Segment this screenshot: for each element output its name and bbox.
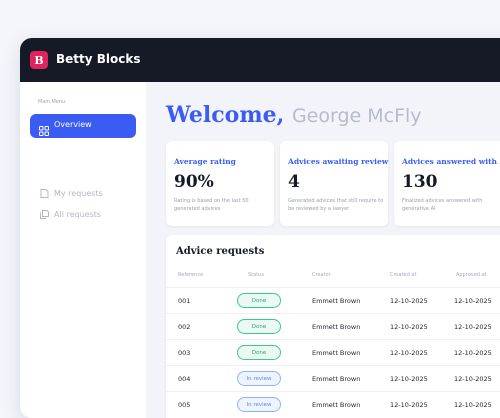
table-row[interactable]: 003 Done Emmett Brown 12-10-2025 12-10-2… (166, 339, 500, 366)
reference-cell: 001 (178, 297, 191, 305)
creator-cell: Emmett Brown (312, 375, 361, 383)
table-title: Advice requests (176, 246, 265, 257)
stat-card-answered-ai: Advices answered with AI 130 Finalized a… (394, 141, 500, 226)
column-header-status[interactable]: Status (248, 272, 264, 278)
greeting: Welcome, (166, 102, 285, 128)
status-badge: Done (237, 345, 281, 360)
table-row[interactable]: 004 In review Emmett Brown 12-10-2025 12… (166, 365, 500, 392)
table-row[interactable]: 002 Done Emmett Brown 12-10-2025 12-10-2… (166, 313, 500, 340)
user-name: George McFly (291, 105, 422, 127)
creator-cell: Emmett Brown (312, 297, 361, 305)
created-at-cell: 12-10-2025 (390, 323, 428, 331)
reference-cell: 002 (178, 323, 191, 331)
card-description: Generated advices that still require to … (288, 198, 384, 212)
creator-cell: Emmett Brown (312, 401, 361, 409)
advice-requests-table: Advice requests Reference Status Creator… (166, 235, 500, 418)
status-badge: In review (237, 397, 281, 412)
documents-icon (40, 210, 49, 219)
created-at-cell: 12-10-2025 (390, 375, 428, 383)
sidebar-caption: Main Menu (38, 99, 66, 105)
created-at-cell: 12-10-2025 (390, 297, 428, 305)
column-header-reference[interactable]: Reference (178, 272, 203, 278)
logo-icon[interactable]: B (30, 51, 48, 69)
card-description: Rating is based on the last 50 generated… (174, 198, 249, 212)
reference-cell: 003 (178, 349, 191, 357)
app-window: B Betty Blocks Main Menu Overview My req… (20, 38, 500, 418)
table-row[interactable]: 005 In review Emmett Brown 12-10-2025 12… (166, 391, 500, 418)
stat-card-average-rating: Average rating 90% Rating is based on th… (166, 141, 274, 226)
creator-cell: Emmett Brown (312, 349, 361, 357)
page-title: Welcome, George McFly (166, 102, 422, 128)
column-header-approved-at[interactable]: Approved at (456, 272, 487, 278)
status-badge: Done (237, 319, 281, 334)
card-value: 90% (174, 172, 214, 192)
sidebar-item-overview[interactable]: Overview (30, 114, 136, 138)
sidebar: Main Menu Overview My requests All reque… (20, 82, 146, 418)
approved-at-cell: 12-10-2025 (454, 375, 492, 383)
approved-at-cell: 12-10-2025 (454, 401, 492, 409)
stat-card-awaiting-review: Advices awaiting review 4 Generated advi… (280, 141, 388, 226)
approved-at-cell: 12-10-2025 (454, 323, 492, 331)
created-at-cell: 12-10-2025 (390, 349, 428, 357)
column-header-creator[interactable]: Creator (312, 272, 331, 278)
top-bar: B Betty Blocks (20, 38, 500, 82)
card-value: 4 (288, 172, 300, 192)
creator-cell: Emmett Brown (312, 323, 361, 331)
approved-at-cell: 12-10-2025 (454, 297, 492, 305)
status-badge: In review (237, 371, 281, 386)
reference-cell: 005 (178, 401, 191, 409)
main-content: Welcome, George McFly Average rating 90%… (146, 82, 500, 418)
column-header-created-at[interactable]: Created at (390, 272, 416, 278)
sidebar-item-label: Overview (54, 120, 92, 129)
sidebar-item-label: My requests (54, 189, 103, 198)
created-at-cell: 12-10-2025 (390, 401, 428, 409)
reference-cell: 004 (178, 375, 191, 383)
card-description: Finalized advices answered with generati… (402, 198, 483, 212)
card-title: Advices awaiting review (288, 157, 389, 166)
grid-icon (39, 121, 49, 136)
sidebar-item-label: All requests (54, 210, 102, 219)
card-title: Advices answered with AI (402, 157, 500, 166)
app-name[interactable]: Betty Blocks (56, 52, 141, 66)
card-title: Average rating (174, 157, 236, 166)
document-icon (40, 189, 49, 198)
status-badge: Done (237, 293, 281, 308)
approved-at-cell: 12-10-2025 (454, 349, 492, 357)
table-row[interactable]: 001 Done Emmett Brown 12-10-2025 12-10-2… (166, 287, 500, 314)
card-value: 130 (402, 172, 438, 192)
